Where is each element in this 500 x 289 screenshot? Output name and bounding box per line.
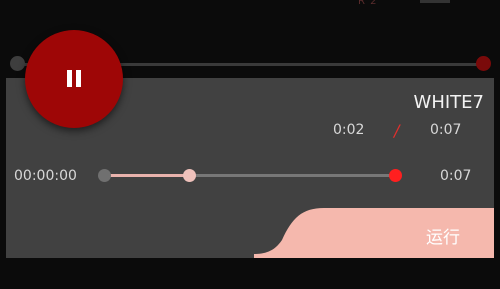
seek-progress-fill bbox=[104, 174, 189, 177]
pause-button[interactable] bbox=[25, 30, 123, 128]
time-separator: / bbox=[394, 121, 400, 140]
top-divider bbox=[420, 0, 450, 3]
seek-position-label: 00:00:00 bbox=[14, 168, 77, 184]
background-track-start-knob bbox=[10, 56, 25, 71]
seek-start-handle[interactable] bbox=[98, 169, 111, 182]
bottom-strip bbox=[0, 280, 500, 289]
seek-thumb[interactable] bbox=[183, 169, 196, 182]
run-button-label: 运行 bbox=[426, 228, 460, 247]
run-button[interactable]: 运行 bbox=[254, 208, 494, 258]
track-title: WHITE7 bbox=[413, 92, 484, 113]
seek-end-label: 0:07 bbox=[440, 168, 472, 184]
seek-end-handle[interactable] bbox=[389, 169, 402, 182]
pause-icon bbox=[67, 70, 81, 87]
top-hint-text: R 2 bbox=[358, 0, 378, 7]
player-screen: R 2 WHITE7 0:02 / 0:07 00:00:00 0:07 运行 bbox=[0, 0, 500, 289]
background-track-end-knob bbox=[476, 56, 491, 71]
current-time: 0:02 bbox=[333, 122, 365, 138]
total-time: 0:07 bbox=[430, 122, 462, 138]
